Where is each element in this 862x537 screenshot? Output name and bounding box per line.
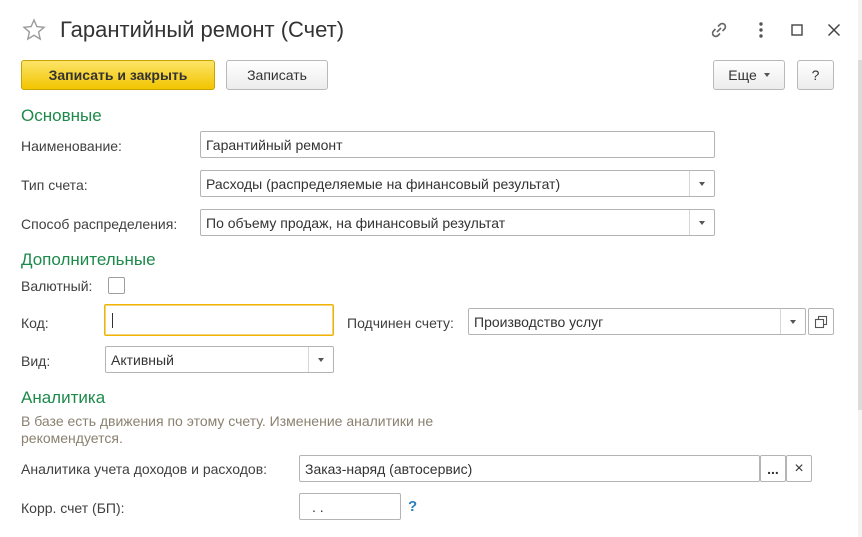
chevron-down-icon bbox=[790, 319, 796, 324]
favorite-star-icon[interactable] bbox=[22, 18, 46, 42]
chevron-down-icon bbox=[699, 181, 705, 186]
close-icon[interactable] bbox=[824, 20, 844, 40]
distribution-dropdown-button[interactable] bbox=[689, 210, 714, 235]
account-type-dropdown-button[interactable] bbox=[689, 171, 714, 196]
distribution-select[interactable]: По объему продаж, на финансовый результа… bbox=[200, 209, 715, 236]
maximize-icon[interactable] bbox=[787, 20, 807, 40]
parent-account-select[interactable]: Производство услуг bbox=[468, 308, 806, 335]
more-button-label: Еще bbox=[728, 67, 757, 83]
save-button[interactable]: Записать bbox=[226, 60, 328, 90]
currency-label: Валютный: bbox=[21, 278, 93, 294]
code-label: Код: bbox=[21, 315, 49, 331]
code-input[interactable] bbox=[104, 304, 334, 336]
parent-account-value: Производство услуг bbox=[474, 313, 604, 330]
parent-account-label: Подчинен счету: bbox=[347, 315, 454, 331]
currency-checkbox[interactable] bbox=[108, 277, 125, 294]
more-vertical-icon[interactable] bbox=[751, 20, 771, 40]
section-additional-title: Дополнительные bbox=[21, 250, 156, 269]
kind-value: Активный bbox=[111, 351, 174, 368]
kind-label: Вид: bbox=[21, 353, 51, 369]
account-type-select[interactable]: Расходы (распределяемые на финансовый ре… bbox=[200, 170, 715, 197]
analytics-warning-note: В базе есть движения по этому счету. Изм… bbox=[21, 413, 434, 446]
corr-account-input[interactable]: . . bbox=[299, 493, 401, 520]
select-analytics-button[interactable]: ... bbox=[760, 455, 786, 482]
corr-account-label: Корр. счет (БП): bbox=[21, 500, 125, 516]
account-type-value: Расходы (распределяемые на финансовый ре… bbox=[206, 175, 561, 192]
distribution-label: Способ распределения: bbox=[21, 216, 178, 232]
income-analytics-value: Заказ-наряд (автосервис) bbox=[305, 460, 473, 477]
window-title: Гарантийный ремонт (Счет) bbox=[60, 17, 345, 42]
corr-account-value: . . bbox=[312, 498, 324, 515]
clear-analytics-button[interactable]: × bbox=[786, 455, 812, 482]
help-button[interactable]: ? bbox=[797, 60, 834, 90]
scrollbar-thumb[interactable] bbox=[858, 60, 862, 410]
account-type-label: Тип счета: bbox=[21, 177, 88, 193]
corr-account-help-link[interactable]: ? bbox=[408, 498, 417, 515]
name-input[interactable]: Гарантийный ремонт bbox=[200, 131, 715, 158]
income-analytics-label: Аналитика учета доходов и расходов: bbox=[21, 461, 268, 477]
kind-dropdown-button[interactable] bbox=[308, 347, 333, 372]
parent-account-dropdown-button[interactable] bbox=[780, 309, 805, 334]
chevron-down-icon bbox=[699, 220, 705, 225]
income-analytics-input[interactable]: Заказ-наряд (автосервис) bbox=[299, 455, 760, 482]
section-main-title: Основные bbox=[21, 106, 102, 125]
section-analytics-title: Аналитика bbox=[21, 388, 106, 407]
chevron-down-icon bbox=[763, 73, 770, 77]
open-window-icon bbox=[814, 315, 828, 328]
distribution-value: По объему продаж, на финансовый результа… bbox=[206, 214, 506, 231]
chevron-down-icon bbox=[318, 357, 324, 362]
link-icon[interactable] bbox=[709, 20, 729, 40]
open-parent-account-button[interactable] bbox=[808, 308, 834, 335]
name-value: Гарантийный ремонт bbox=[206, 136, 343, 153]
kind-select[interactable]: Активный bbox=[105, 346, 334, 373]
save-and-close-button[interactable]: Записать и закрыть bbox=[21, 60, 215, 90]
text-caret bbox=[112, 312, 113, 328]
name-label: Наименование: bbox=[21, 138, 122, 154]
more-button[interactable]: Еще bbox=[713, 60, 785, 90]
